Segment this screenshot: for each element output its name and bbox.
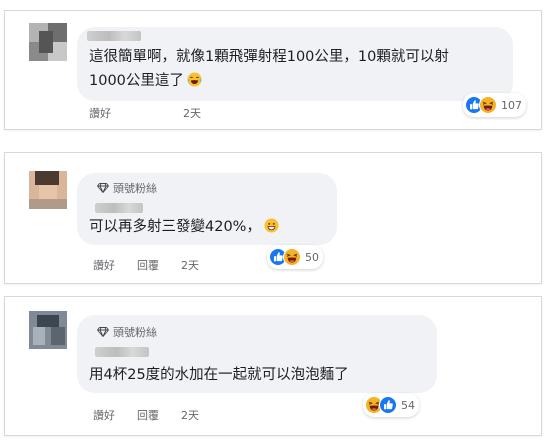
comment-actions: 讚好 回覆 2天 [93,257,199,273]
diamond-icon [97,183,109,193]
haha-reaction-icon [283,248,301,266]
timestamp[interactable]: 2天 [183,105,201,121]
blurred-username[interactable] [87,31,141,41]
comment-card: 頭號粉絲 用4杯25度的水加在一起就可以泡泡麵了 讚好 回覆 2天 54 [4,296,542,436]
grinning-emoji-icon [264,218,279,233]
top-fan-badge: 頭號粉絲 [97,180,157,196]
comment-text-line-1: 這很簡單啊，就像1顆飛彈射程100公里，10顆就可以射 [89,49,449,65]
avatar[interactable] [29,171,67,209]
laughing-emoji-icon [187,72,202,87]
reaction-summary[interactable]: 54 [363,393,419,417]
comment-actions: 讚好 2天 [89,105,201,121]
comment-bubble: 頭號粉絲 可以再多射三發變420%， [77,173,337,245]
like-button[interactable]: 讚好 [93,407,115,423]
reaction-summary[interactable]: 50 [267,245,323,269]
timestamp[interactable]: 2天 [181,407,199,423]
comment-text-line-1: 可以再多射三發變420%， [89,219,261,235]
reaction-count: 54 [401,398,415,412]
comment-text: 可以再多射三發變420%， [89,215,279,239]
blurred-username[interactable] [95,347,149,357]
haha-reaction-icon [479,96,497,114]
comment-text: 用4杯25度的水加在一起就可以泡泡麵了 [89,363,349,387]
comment-card: 這很簡單啊，就像1顆飛彈射程100公里，10顆就可以射 1000公里這了 讚好 … [4,10,542,130]
like-button[interactable]: 讚好 [89,105,111,121]
like-button[interactable]: 讚好 [93,257,115,273]
reply-button[interactable]: 回覆 [137,407,159,423]
diamond-icon [97,327,109,337]
blurred-username[interactable] [95,203,143,213]
comment-text: 這很簡單啊，就像1顆飛彈射程100公里，10顆就可以射 1000公里這了 [89,45,449,93]
comment-bubble: 頭號粉絲 用4杯25度的水加在一起就可以泡泡麵了 [77,315,437,393]
reply-button[interactable]: 回覆 [137,257,159,273]
reaction-count: 50 [305,250,319,264]
top-fan-badge: 頭號粉絲 [97,324,157,340]
comment-bubble: 這很簡單啊，就像1顆飛彈射程100公里，10顆就可以射 1000公里這了 [77,27,513,101]
avatar[interactable] [29,311,67,349]
reaction-summary[interactable]: 107 [463,93,526,117]
comment-text-line-1: 用4杯25度的水加在一起就可以泡泡麵了 [89,367,349,383]
timestamp[interactable]: 2天 [181,257,199,273]
like-reaction-icon [379,396,397,414]
comment-text-line-2: 1000公里這了 [89,73,184,89]
top-fan-label: 頭號粉絲 [113,326,157,339]
comment-actions: 讚好 回覆 2天 [93,407,199,423]
avatar[interactable] [29,23,67,61]
comment-card: 頭號粉絲 可以再多射三發變420%， 讚好 回覆 2天 50 [4,152,542,284]
reaction-count: 107 [501,98,522,112]
top-fan-label: 頭號粉絲 [113,182,157,195]
